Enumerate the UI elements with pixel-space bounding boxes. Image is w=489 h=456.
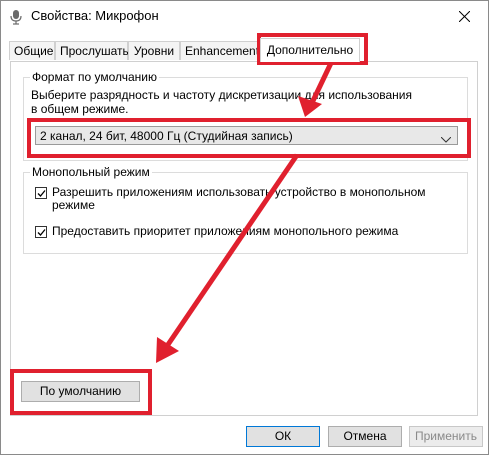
annotation-arrows	[156, 61, 334, 363]
properties-dialog: Свойства: Микрофон Общие Прослушать Уров…	[0, 0, 489, 455]
tab-advanced[interactable]: Дополнительно	[260, 38, 360, 62]
